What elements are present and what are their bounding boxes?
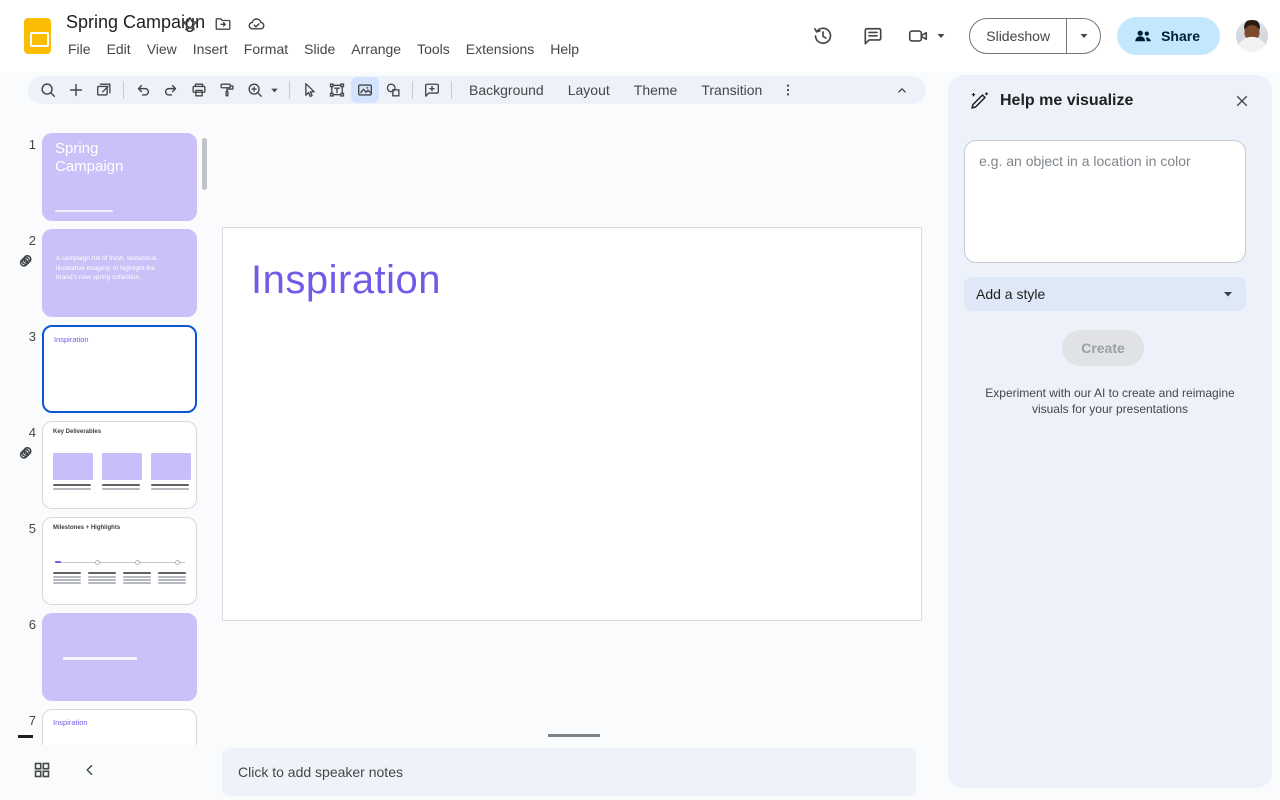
menu-extensions[interactable]: Extensions: [458, 38, 542, 60]
collapse-filmstrip-icon[interactable]: [82, 762, 98, 778]
slide-thumbnail-4[interactable]: Key Deliverables: [42, 421, 197, 509]
text-box-icon[interactable]: [323, 77, 351, 103]
panel-title: Help me visualize: [1000, 92, 1133, 110]
slide-filmstrip: 1 Spring Campaign 2 A campaign full of f…: [0, 104, 212, 745]
share-label: Share: [1161, 28, 1200, 44]
slide-thumbnail-3-selected[interactable]: Inspiration: [42, 325, 197, 413]
thumb-title: Milestones + Highlights: [53, 525, 120, 531]
add-style-label: Add a style: [976, 286, 1045, 302]
thumb-title: Inspiration: [54, 335, 89, 344]
style-caret-icon: [1222, 288, 1234, 300]
slide-thumbnail-7[interactable]: Inspiration: [42, 709, 197, 745]
slides-logo-icon[interactable]: [24, 18, 51, 54]
templates-icon[interactable]: [90, 77, 118, 103]
redo-icon[interactable]: [157, 77, 185, 103]
slide-number: 2: [0, 233, 36, 248]
slide-canvas[interactable]: Inspiration: [222, 227, 922, 621]
print-icon[interactable]: [185, 77, 213, 103]
menu-view[interactable]: View: [139, 38, 185, 60]
transition-button[interactable]: Transition: [689, 82, 774, 98]
canvas-horizontal-scrollbar[interactable]: [548, 734, 600, 737]
speaker-notes[interactable]: Click to add speaker notes: [222, 748, 916, 796]
thumb-title: Key Deliverables: [53, 429, 101, 435]
add-style-dropdown[interactable]: Add a style: [964, 277, 1246, 311]
search-menus-icon[interactable]: [34, 77, 62, 103]
slide-thumbnail-6[interactable]: [42, 613, 197, 701]
insert-shape-icon[interactable]: [379, 77, 407, 103]
menu-bar: File Edit View Insert Format Slide Arran…: [60, 38, 587, 60]
more-options-icon[interactable]: [774, 77, 802, 103]
new-slide-icon[interactable]: [62, 77, 90, 103]
thumb-body: A campaign full of fresh, fantastical, i…: [56, 254, 164, 283]
thumb-footer-text: [55, 210, 113, 213]
move-to-folder-icon[interactable]: [213, 14, 233, 34]
background-button[interactable]: Background: [457, 82, 556, 98]
filmstrip-scrollbar[interactable]: [202, 138, 207, 190]
magic-pencil-icon: [968, 90, 990, 112]
toolbar: Background Layout Theme Transition: [28, 76, 926, 104]
menu-format[interactable]: Format: [236, 38, 296, 60]
slide-number: 5: [0, 521, 36, 536]
select-cursor-icon[interactable]: [295, 77, 323, 103]
zoom-icon[interactable]: [241, 77, 269, 103]
visualize-prompt-input[interactable]: [964, 140, 1246, 263]
menu-arrange[interactable]: Arrange: [343, 38, 409, 60]
undo-icon[interactable]: [129, 77, 157, 103]
slide-number: 3: [0, 329, 36, 344]
slide-number: 7: [0, 713, 36, 728]
linked-content-icon: [16, 443, 36, 463]
menu-file[interactable]: File: [60, 38, 99, 60]
share-button[interactable]: Share: [1117, 17, 1220, 55]
top-bar: Spring Campaign File Edit View Insert Fo…: [0, 0, 1280, 72]
account-avatar[interactable]: [1236, 20, 1268, 52]
share-people-icon: [1133, 26, 1153, 46]
slideshow-split-button: Slideshow: [969, 18, 1101, 54]
star-icon[interactable]: [180, 14, 200, 34]
google-slides-app: Spring Campaign File Edit View Insert Fo…: [0, 0, 1280, 800]
thumb-small-text: [63, 657, 137, 660]
menu-tools[interactable]: Tools: [409, 38, 458, 60]
menu-slide[interactable]: Slide: [296, 38, 343, 60]
linked-content-icon: [16, 251, 36, 271]
grid-view-icon[interactable]: [32, 760, 52, 780]
insert-image-icon[interactable]: [351, 77, 379, 103]
slide-number: 1: [0, 137, 36, 152]
create-button[interactable]: Create: [1062, 330, 1144, 366]
slideshow-options-caret[interactable]: [1066, 19, 1100, 53]
paint-format-icon[interactable]: [213, 77, 241, 103]
comments-icon[interactable]: [853, 16, 893, 56]
collapse-toolbar-icon[interactable]: [888, 82, 916, 98]
close-panel-icon[interactable]: [1226, 85, 1258, 117]
menu-help[interactable]: Help: [542, 38, 587, 60]
slide-number: 4: [0, 425, 36, 440]
meet-caret-icon[interactable]: [935, 30, 947, 42]
slide-title-text[interactable]: Inspiration: [251, 258, 441, 303]
menu-insert[interactable]: Insert: [185, 38, 236, 60]
thumb-title: Spring Campaign: [55, 140, 165, 176]
cloud-saved-icon[interactable]: [246, 14, 266, 34]
meet-camera-icon[interactable]: [903, 16, 933, 56]
speaker-notes-placeholder: Click to add speaker notes: [238, 764, 403, 780]
layout-button[interactable]: Layout: [556, 82, 622, 98]
zoom-caret-icon[interactable]: [269, 85, 280, 96]
help-me-visualize-panel: Help me visualize Add a style Create Exp…: [948, 75, 1272, 788]
version-history-icon[interactable]: [803, 16, 843, 56]
thumb-title: Inspiration: [53, 718, 88, 727]
slide-thumbnail-5[interactable]: Milestones + Highlights: [42, 517, 197, 605]
theme-button[interactable]: Theme: [622, 82, 690, 98]
menu-edit[interactable]: Edit: [99, 38, 139, 60]
slide-number: 6: [0, 617, 36, 632]
filmstrip-overflow-indicator: [18, 735, 33, 738]
slide-thumbnail-1[interactable]: Spring Campaign: [42, 133, 197, 221]
insert-comment-icon[interactable]: [418, 77, 446, 103]
panel-caption: Experiment with our AI to create and rei…: [980, 385, 1240, 417]
slideshow-button[interactable]: Slideshow: [970, 19, 1066, 53]
slide-thumbnail-2[interactable]: A campaign full of fresh, fantastical, i…: [42, 229, 197, 317]
